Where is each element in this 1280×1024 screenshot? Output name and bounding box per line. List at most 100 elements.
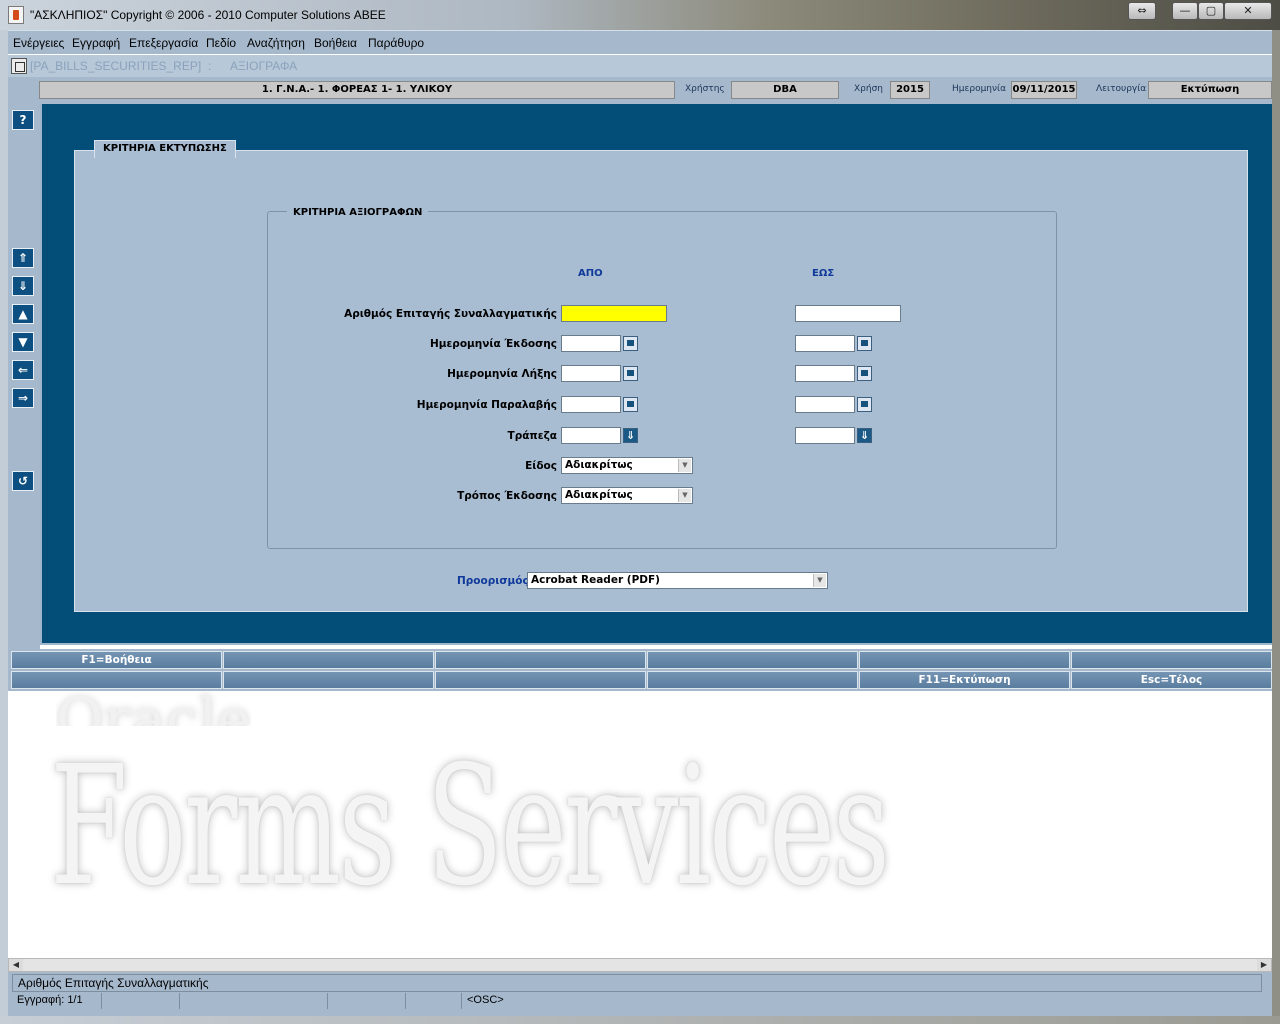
- status-cell: [102, 993, 180, 1009]
- date-label: Ημερομηνία: [952, 84, 1007, 94]
- menu-record[interactable]: Εγγραφή: [72, 36, 120, 50]
- status-cell: [328, 993, 406, 1009]
- type-select[interactable]: Αδιακρίτως ▼: [561, 457, 693, 474]
- type-label: Είδος: [525, 460, 557, 472]
- function-field: Εκτύπωση: [1148, 81, 1272, 99]
- cheque-number-from-field[interactable]: [561, 305, 667, 322]
- help-icon[interactable]: ?: [12, 110, 34, 130]
- destination-select-value: Acrobat Reader (PDF): [531, 574, 660, 586]
- horizontal-scrollbar[interactable]: ◀ ▶: [8, 958, 1272, 972]
- scroll-right-icon[interactable]: ▶: [1257, 959, 1271, 971]
- function-key-slot[interactable]: [223, 671, 434, 689]
- esc-exit-key[interactable]: Esc=Τέλος: [1071, 671, 1272, 689]
- function-key-slot[interactable]: [11, 671, 222, 689]
- tab-print-criteria[interactable]: ΚΡΙΤΗΡΙΑ ΕΚΤΥΠΩΣΗΣ: [94, 140, 236, 158]
- cheque-number-to-field[interactable]: [795, 305, 901, 322]
- list-of-values-icon[interactable]: ⇓: [857, 428, 872, 443]
- function-key-slot[interactable]: [1071, 651, 1272, 669]
- function-key-slot[interactable]: [859, 651, 1070, 669]
- function-label: Λειτουργία: [1096, 84, 1147, 94]
- function-key-slot[interactable]: [435, 651, 646, 669]
- status-message: Αριθμός Επιταγής Συναλλαγματικής: [12, 974, 1262, 992]
- expiry-date-from-field[interactable]: [561, 365, 621, 382]
- issue-date-from-field[interactable]: [561, 335, 621, 352]
- user-field: DBA: [731, 81, 839, 99]
- last-record-icon[interactable]: ⇓: [12, 276, 34, 296]
- scroll-left-icon[interactable]: ◀: [9, 959, 23, 971]
- window-border: [0, 1016, 1280, 1024]
- chevron-down-icon[interactable]: ▼: [813, 574, 826, 587]
- type-select-value: Αδιακρίτως: [565, 459, 633, 471]
- watermark-oracle: Oracle: [56, 690, 252, 726]
- from-column-header: ΑΠΟ: [578, 268, 603, 279]
- chevron-down-icon[interactable]: ▼: [678, 489, 691, 502]
- f11-print-key[interactable]: F11=Εκτύπωση: [859, 671, 1070, 689]
- first-record-icon[interactable]: ⇑: [12, 248, 34, 268]
- menu-field[interactable]: Πεδίο: [206, 36, 236, 50]
- status-cell: [180, 993, 328, 1009]
- menu-actions[interactable]: Ενέργειες: [13, 36, 64, 50]
- menu-help[interactable]: Βοήθεια: [314, 36, 357, 50]
- receipt-date-label: Ημερομηνία Παραλαβής: [416, 399, 557, 411]
- previous-block-icon[interactable]: ⇐: [12, 360, 34, 380]
- record-indicator: Εγγραφή: 1/1: [12, 993, 102, 1009]
- status-bar: Αριθμός Επιταγής Συναλλαγματικής Εγγραφή…: [8, 972, 1272, 1016]
- date-field: 09/11/2015: [1011, 81, 1077, 99]
- minimize-button[interactable]: —: [1172, 2, 1198, 20]
- form-name: [PA_BILLS_SECURITIES_REP]: [30, 59, 202, 73]
- java-app-icon: [8, 6, 24, 24]
- maximize-button[interactable]: ▢: [1198, 2, 1224, 20]
- form-path-bar: [PA_BILLS_SECURITIES_REP] : ΑΞΙΟΓΡΑΦΑ: [8, 55, 1272, 77]
- issue-date-to-field[interactable]: [795, 335, 855, 352]
- previous-record-icon[interactable]: ▲: [12, 304, 34, 324]
- form-path-separator: :: [208, 59, 212, 73]
- info-bar: 1. Γ.Ν.Α.- 1. ΦΟΡΕΑΣ 1- 1. ΥΛΙΚΟΥ Χρήστη…: [8, 77, 1272, 104]
- destination-select[interactable]: Acrobat Reader (PDF) ▼: [527, 572, 828, 589]
- menu-edit[interactable]: Επεξεργασία: [129, 36, 198, 50]
- swap-icon[interactable]: ⇔: [1128, 2, 1156, 20]
- group-title: ΚΡΙΤΗΡΙΑ ΑΞΙΟΓΡΑΦΩΝ: [287, 207, 429, 218]
- next-block-icon[interactable]: ⇒: [12, 388, 34, 408]
- issue-mode-label: Τρόπος Έκδοσης: [457, 490, 557, 502]
- function-key-slot[interactable]: [647, 671, 858, 689]
- window-border: [1272, 30, 1280, 1016]
- issue-date-label: Ημερομηνία Έκδοσης: [429, 338, 557, 350]
- undo-icon[interactable]: ↺: [12, 471, 34, 491]
- oracle-forms-window: "ΑΣΚΛΗΠΙΟΣ" Copyright © 2006 - 2010 Comp…: [0, 0, 1280, 1024]
- list-of-values-icon[interactable]: ⇓: [623, 428, 638, 443]
- calendar-icon[interactable]: [857, 366, 872, 381]
- f1-help-key[interactable]: F1=Βοήθεια: [11, 651, 222, 669]
- expiry-date-label: Ημερομηνία Λήξης: [447, 368, 557, 380]
- window-border: [0, 30, 8, 1016]
- calendar-icon[interactable]: [857, 397, 872, 412]
- function-key-bar: F1=Βοήθεια F11=Εκτύπωση Esc=Τέλος: [8, 649, 1272, 691]
- organization-field: 1. Γ.Ν.Α.- 1. ΦΟΡΕΑΣ 1- 1. ΥΛΙΚΟΥ: [39, 81, 675, 99]
- calendar-icon[interactable]: [623, 366, 638, 381]
- chevron-down-icon[interactable]: ▼: [678, 459, 691, 472]
- title-bar: "ΑΣΚΛΗΠΙΟΣ" Copyright © 2006 - 2010 Comp…: [0, 0, 1280, 30]
- watermark-forms-services: Forms Services: [50, 730, 890, 922]
- close-button[interactable]: ✕: [1224, 2, 1272, 20]
- function-key-slot[interactable]: [223, 651, 434, 669]
- bank-to-field[interactable]: [795, 427, 855, 444]
- destination-label: Προορισμός: [457, 575, 529, 587]
- calendar-icon[interactable]: [857, 336, 872, 351]
- function-key-slot[interactable]: [647, 651, 858, 669]
- to-column-header: ΕΩΣ: [812, 268, 835, 279]
- menu-window[interactable]: Παράθυρο: [368, 36, 424, 50]
- issue-mode-select[interactable]: Αδιακρίτως ▼: [561, 487, 693, 504]
- calendar-icon[interactable]: [623, 336, 638, 351]
- year-field: 2015: [890, 81, 930, 99]
- receipt-date-to-field[interactable]: [795, 396, 855, 413]
- receipt-date-from-field[interactable]: [561, 396, 621, 413]
- next-record-icon[interactable]: ▼: [12, 332, 34, 352]
- menu-search[interactable]: Αναζήτηση: [247, 36, 305, 50]
- mode-indicator: <OSC>: [467, 994, 504, 1006]
- expiry-date-to-field[interactable]: [795, 365, 855, 382]
- bank-from-field[interactable]: [561, 427, 621, 444]
- function-key-slot[interactable]: [435, 671, 646, 689]
- form-icon: [11, 58, 27, 74]
- calendar-icon[interactable]: [623, 397, 638, 412]
- main-panel: ΚΡΙΤΗΡΙΑ ΑΞΙΟΓΡΑΦΩΝ ΑΠΟ ΕΩΣ Αριθμός Επιτ…: [40, 104, 1272, 645]
- issue-mode-select-value: Αδιακρίτως: [565, 489, 633, 501]
